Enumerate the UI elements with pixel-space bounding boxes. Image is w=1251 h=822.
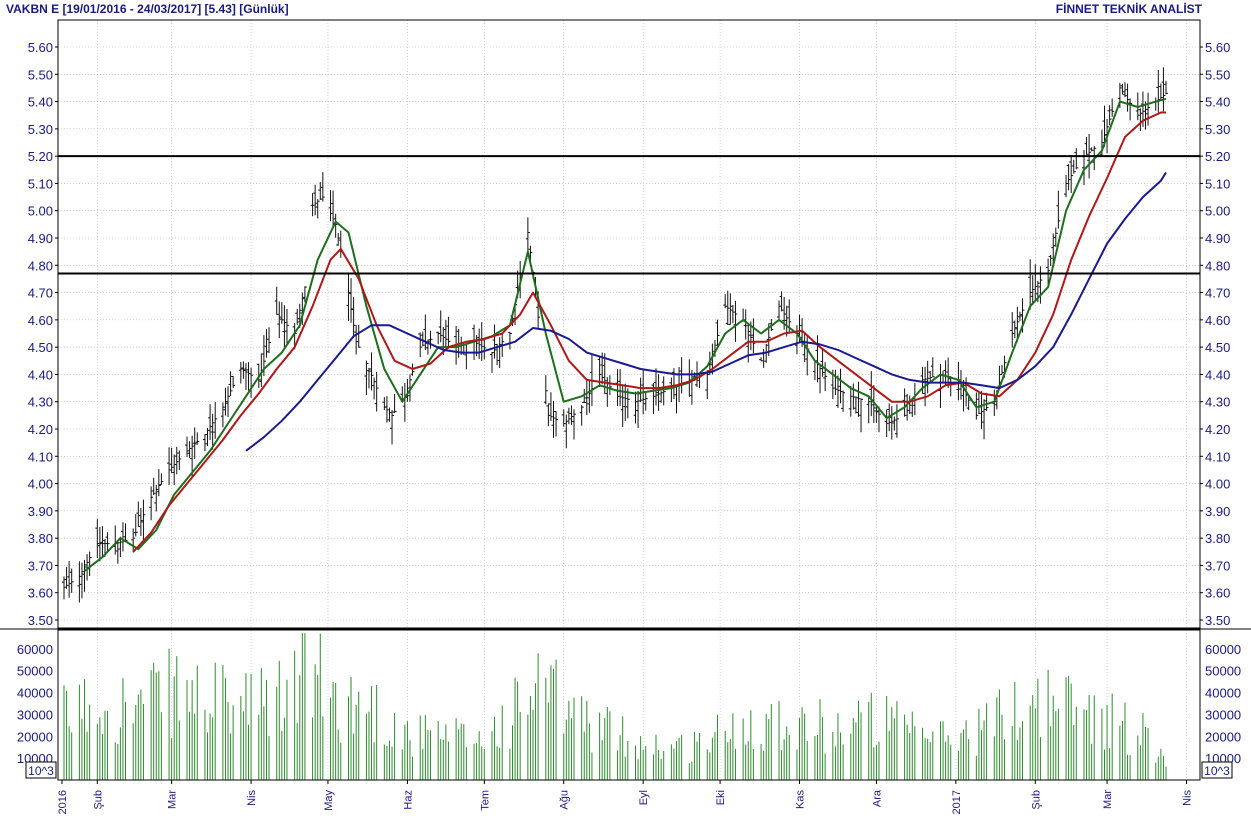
y-tick-label-right: 5.00 (1205, 204, 1230, 219)
y-tick-label-left: 4.20 (28, 422, 53, 437)
volume-tick-label-left: 50000 (17, 664, 53, 679)
x-tick-label: Nis (246, 790, 258, 806)
volume-tick-label-right: 60000 (1205, 642, 1241, 657)
y-tick-label-left: 5.60 (28, 40, 53, 55)
y-tick-label-left: 4.10 (28, 449, 53, 464)
y-tick-label-left: 3.70 (28, 558, 53, 573)
chart-title: VAKBN E [19/01/2016 - 24/03/2017] [5.43]… (6, 2, 289, 16)
x-tick-label: 2016 (57, 790, 69, 814)
volume-tick-label-right: 50000 (1205, 664, 1241, 679)
y-tick-label-right: 3.70 (1205, 558, 1230, 573)
volume-tick-label-right: 40000 (1205, 686, 1241, 701)
x-tick-label: 2017 (951, 790, 963, 814)
y-tick-label-left: 4.70 (28, 286, 53, 301)
y-tick-label-right: 5.50 (1205, 67, 1230, 82)
price-volume-chart: 5.60 5.60 5.50 5.50 5.40 5.40 5.30 5.30 5.20 5.20… (0, 0, 1251, 822)
y-tick-label-right: 4.30 (1205, 395, 1230, 410)
y-tick-label-left: 4.40 (28, 367, 53, 382)
volume-tick-label-right: 20000 (1205, 729, 1241, 744)
y-tick-label-right: 4.20 (1205, 422, 1230, 437)
y-tick-label-right: 5.40 (1205, 95, 1230, 110)
x-tick-label: May (323, 790, 335, 811)
y-tick-label-right: 4.10 (1205, 449, 1230, 464)
y-tick-label-left: 3.50 (28, 613, 53, 628)
y-tick-label-left: 3.90 (28, 504, 53, 519)
x-tick-label: Eyl (638, 790, 650, 805)
y-tick-label-right: 4.60 (1205, 313, 1230, 328)
y-tick-label-right: 4.50 (1205, 340, 1230, 355)
x-tick-label: Tem (479, 790, 491, 811)
y-tick-label-left: 5.00 (28, 204, 53, 219)
x-tick-label: Eki (715, 790, 727, 805)
unit-label-left: 10^3 (28, 764, 54, 778)
x-tick-label: Nis (1182, 790, 1194, 806)
y-tick-label-left: 4.80 (28, 258, 53, 273)
volume-tick-label-left: 40000 (17, 686, 53, 701)
x-tick-label: Mar (167, 790, 179, 809)
y-tick-label-left: 5.40 (28, 95, 53, 110)
x-tick-label: Haz (402, 790, 414, 810)
volume-tick-label-right: 30000 (1205, 707, 1241, 722)
x-tick-label: Şub (1030, 790, 1042, 810)
y-tick-label-right: 3.90 (1205, 504, 1230, 519)
y-tick-label-right: 4.90 (1205, 231, 1230, 246)
y-tick-label-right: 4.40 (1205, 367, 1230, 382)
y-tick-label-left: 5.10 (28, 176, 53, 191)
x-tick-label: Ağu (559, 790, 571, 810)
y-tick-label-left: 4.30 (28, 395, 53, 410)
y-tick-label-left: 4.60 (28, 313, 53, 328)
y-tick-label-right: 3.50 (1205, 613, 1230, 628)
y-tick-label-right: 3.80 (1205, 531, 1230, 546)
y-tick-label-right: 4.00 (1205, 477, 1230, 492)
unit-label-right: 10^3 (1204, 764, 1230, 778)
x-tick-label: Kas (795, 790, 807, 809)
y-tick-label-right: 5.30 (1205, 122, 1230, 137)
volume-tick-label-left: 20000 (17, 729, 53, 744)
y-tick-label-left: 3.60 (28, 586, 53, 601)
volume-tick-label-left: 30000 (17, 707, 53, 722)
y-tick-label-left: 5.20 (28, 149, 53, 164)
y-tick-label-left: 4.00 (28, 477, 53, 492)
x-tick-label: Mar (1102, 790, 1114, 809)
x-tick-label: Şub (92, 790, 104, 810)
y-tick-label-right: 3.60 (1205, 586, 1230, 601)
y-tick-label-left: 3.80 (28, 531, 53, 546)
y-tick-label-right: 4.80 (1205, 258, 1230, 273)
y-tick-label-right: 5.60 (1205, 40, 1230, 55)
y-tick-label-left: 5.50 (28, 67, 53, 82)
x-tick-label: Ara (871, 789, 883, 807)
y-tick-label-left: 4.50 (28, 340, 53, 355)
y-tick-label-right: 4.70 (1205, 286, 1230, 301)
volume-tick-label-left: 60000 (17, 642, 53, 657)
y-tick-label-right: 5.10 (1205, 176, 1230, 191)
y-tick-label-right: 5.20 (1205, 149, 1230, 164)
y-tick-label-left: 5.30 (28, 122, 53, 137)
chart-window: 5.60 5.60 5.50 5.50 5.40 5.40 5.30 5.30 5.20 5.20… (0, 0, 1251, 822)
brand-label: FİNNET TEKNİK ANALİST (1056, 1, 1203, 16)
y-tick-label-left: 4.90 (28, 231, 53, 246)
